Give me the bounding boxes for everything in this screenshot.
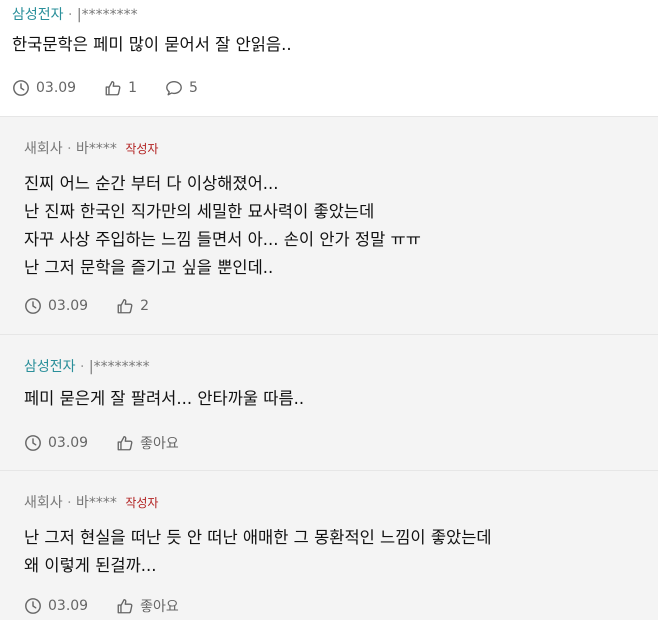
comment-body: 진찌 어느 순간 부터 다 이상해졌어... 난 진짜 한국인 직가만의 세밀한… <box>24 170 421 282</box>
meta-separator: · <box>79 359 85 375</box>
comment-text-line: 난 그저 현실을 떠난 듯 안 떠난 애매한 그 몽환적인 느낌이 좋았는데 <box>24 528 492 547</box>
meta-separator: · <box>67 141 72 157</box>
comment-text-line: 자꾸 사상 주입하는 느낌 들면서 아... 손이 안가 정말 ㅠㅠ <box>24 230 421 249</box>
comment-actions: 03.09 좋아요 <box>24 433 207 453</box>
comment-date: 03.09 <box>24 434 88 452</box>
meta-separator: · <box>67 7 73 23</box>
comment: 삼성전자 · |******** 한국문학은 페미 많이 묻어서 잘 안읽음..… <box>0 0 658 116</box>
reply-comment: 새회사 · 바**** 작성자 진찌 어느 순간 부터 다 이상해졌어... 난… <box>0 117 658 334</box>
user-id[interactable]: |******** <box>89 359 150 375</box>
company-name[interactable]: 새회사 <box>24 495 63 511</box>
like-button[interactable]: 좋아요 <box>116 596 179 616</box>
comment-text-line: 난 그저 문학을 즐기고 싶을 뿐인데.. <box>24 258 274 277</box>
clock-icon <box>25 598 41 614</box>
reply-count: 5 <box>189 80 198 96</box>
like-button[interactable]: 좋아요 <box>116 433 179 453</box>
comment-meta: 새회사 · 바**** 작성자 <box>24 139 158 159</box>
reply-comment: 삼성전자 · |******** 페미 묻은게 잘 팔려서... 안타까울 따름… <box>0 335 658 470</box>
comment-text-line: 페미 묻은게 잘 팔려서... 안타까울 따름.. <box>24 389 305 408</box>
comment-body: 난 그저 현실을 떠난 듯 안 떠난 애매한 그 몽환적인 느낌이 좋았는데 왜… <box>24 524 492 580</box>
speech-bubble-icon <box>166 81 182 96</box>
like-button[interactable]: 2 <box>116 297 149 315</box>
date-text: 03.09 <box>48 298 89 314</box>
company-name[interactable]: 새회사 <box>24 141 63 157</box>
comment-actions: 03.09 좋아요 <box>24 596 207 616</box>
clock-icon <box>13 80 29 96</box>
comment-date: 03.09 <box>24 597 88 615</box>
thumbs-up-icon <box>117 599 133 614</box>
comment-meta: 새회사 · 바**** 작성자 <box>24 493 158 513</box>
comment-actions: 03.09 1 5 <box>12 79 226 97</box>
date-text: 03.09 <box>36 80 77 96</box>
like-count: 2 <box>140 298 150 314</box>
like-button[interactable]: 1 <box>104 79 137 97</box>
reply-comment: 새회사 · 바**** 작성자 난 그저 현실을 떠난 듯 안 떠난 애매한 그… <box>0 471 658 620</box>
comment-text-line: 진찌 어느 순간 부터 다 이상해졌어... <box>24 174 279 193</box>
meta-separator: · <box>67 495 72 511</box>
comment-text-line: 왜 이렇게 된걸까... <box>24 556 157 575</box>
comment-meta: 삼성전자 · |******** <box>24 357 150 377</box>
comment-actions: 03.09 2 <box>24 297 177 315</box>
thumbs-up-icon <box>117 299 133 314</box>
like-count: 1 <box>128 80 138 96</box>
like-label: 좋아요 <box>140 436 179 452</box>
user-id[interactable]: 바**** <box>76 141 117 157</box>
author-badge: 작성자 <box>125 142 159 156</box>
comment-body: 한국문학은 페미 많이 묻어서 잘 안읽음.. <box>12 33 292 57</box>
thumbs-up-icon <box>105 81 121 96</box>
company-name[interactable]: 삼성전자 <box>24 359 76 375</box>
user-id[interactable]: |******** <box>77 7 138 23</box>
date-text: 03.09 <box>48 598 89 614</box>
thumbs-up-icon <box>117 436 133 451</box>
clock-icon <box>25 435 41 451</box>
comment-text-line: 난 진짜 한국인 직가만의 세밀한 묘사력이 좋았는데 <box>24 202 375 221</box>
comment-text-line: 한국문학은 페미 많이 묻어서 잘 안읽음.. <box>12 35 292 54</box>
clock-icon <box>25 298 41 314</box>
author-badge: 작성자 <box>125 496 159 510</box>
comment-meta: 삼성전자 · |******** <box>12 5 138 25</box>
comment-body: 페미 묻은게 잘 팔려서... 안타까울 따름.. <box>24 387 304 411</box>
date-text: 03.09 <box>48 435 89 451</box>
like-label: 좋아요 <box>140 599 179 615</box>
reply-button[interactable]: 5 <box>165 79 198 97</box>
company-name[interactable]: 삼성전자 <box>12 7 64 23</box>
comment-date: 03.09 <box>12 79 76 97</box>
user-id[interactable]: 바**** <box>76 495 117 511</box>
comment-date: 03.09 <box>24 297 88 315</box>
